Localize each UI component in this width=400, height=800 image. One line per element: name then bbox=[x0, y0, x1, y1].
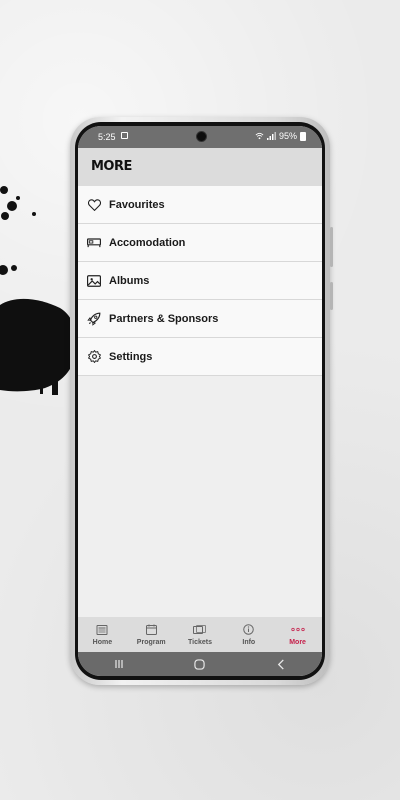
tab-label: Tickets bbox=[187, 638, 212, 646]
back-chevron-icon bbox=[278, 658, 285, 670]
menu-label: Favourites bbox=[109, 198, 165, 211]
ticket-icon bbox=[193, 624, 207, 636]
status-time: 5:25 bbox=[98, 132, 116, 142]
image-icon bbox=[87, 274, 101, 288]
front-camera bbox=[196, 131, 207, 142]
back-button[interactable] bbox=[266, 654, 296, 674]
tab-label: Info bbox=[242, 638, 256, 646]
battery-icon bbox=[300, 131, 306, 141]
status-indicators: 95% bbox=[255, 131, 306, 141]
recent-apps-icon bbox=[115, 660, 123, 668]
menu-label: Albums bbox=[109, 274, 150, 287]
tab-label: More bbox=[289, 638, 306, 646]
rocket-icon bbox=[87, 312, 101, 326]
tab-more[interactable]: More bbox=[273, 617, 322, 652]
menu-label: Settings bbox=[109, 350, 153, 363]
tab-program[interactable]: Program bbox=[127, 617, 176, 652]
app-screen: 5:25 95% MORE Favourites Accomodation Al… bbox=[78, 126, 322, 676]
info-icon bbox=[243, 624, 255, 636]
heart-icon bbox=[87, 198, 101, 212]
tab-tickets[interactable]: Tickets bbox=[176, 617, 225, 652]
bottom-tab-bar: Home Program Tickets Info More bbox=[78, 617, 322, 652]
phone-bezel: 5:25 95% MORE Favourites Accomodation Al… bbox=[75, 122, 325, 680]
tab-label: Home bbox=[92, 638, 113, 646]
ink-splash-decoration bbox=[0, 186, 77, 395]
system-nav-bar bbox=[78, 652, 322, 676]
menu-item-accomodation[interactable]: Accomodation bbox=[78, 224, 322, 262]
page-header: MORE bbox=[78, 148, 322, 186]
more-menu-list: Favourites Accomodation Albums Partners … bbox=[78, 186, 322, 376]
home-circle-icon bbox=[194, 658, 206, 670]
signal-icon bbox=[266, 132, 276, 140]
recent-apps-button[interactable] bbox=[104, 654, 134, 674]
menu-item-settings[interactable]: Settings bbox=[78, 338, 322, 376]
page-title: MORE bbox=[91, 159, 132, 174]
status-bar: 5:25 95% bbox=[78, 126, 322, 148]
volume-button bbox=[330, 227, 333, 267]
menu-label: Accomodation bbox=[109, 236, 186, 249]
phone-frame: 5:25 95% MORE Favourites Accomodation Al… bbox=[70, 117, 333, 685]
bed-icon bbox=[87, 236, 101, 250]
menu-item-partners-sponsors[interactable]: Partners & Sponsors bbox=[78, 300, 322, 338]
calendar-icon bbox=[145, 624, 157, 636]
wifi-icon bbox=[255, 132, 264, 140]
gear-icon bbox=[87, 350, 101, 364]
tab-info[interactable]: Info bbox=[224, 617, 273, 652]
menu-label: Partners & Sponsors bbox=[109, 312, 219, 325]
tab-label: Program bbox=[136, 638, 166, 646]
newspaper-icon bbox=[96, 624, 108, 636]
notification-icon bbox=[121, 132, 128, 139]
home-button[interactable] bbox=[185, 654, 215, 674]
menu-item-albums[interactable]: Albums bbox=[78, 262, 322, 300]
more-dots-icon bbox=[290, 624, 305, 636]
power-button bbox=[330, 282, 333, 310]
battery-percent: 95% bbox=[278, 131, 297, 141]
menu-item-favourites[interactable]: Favourites bbox=[78, 186, 322, 224]
tab-home[interactable]: Home bbox=[78, 617, 127, 652]
